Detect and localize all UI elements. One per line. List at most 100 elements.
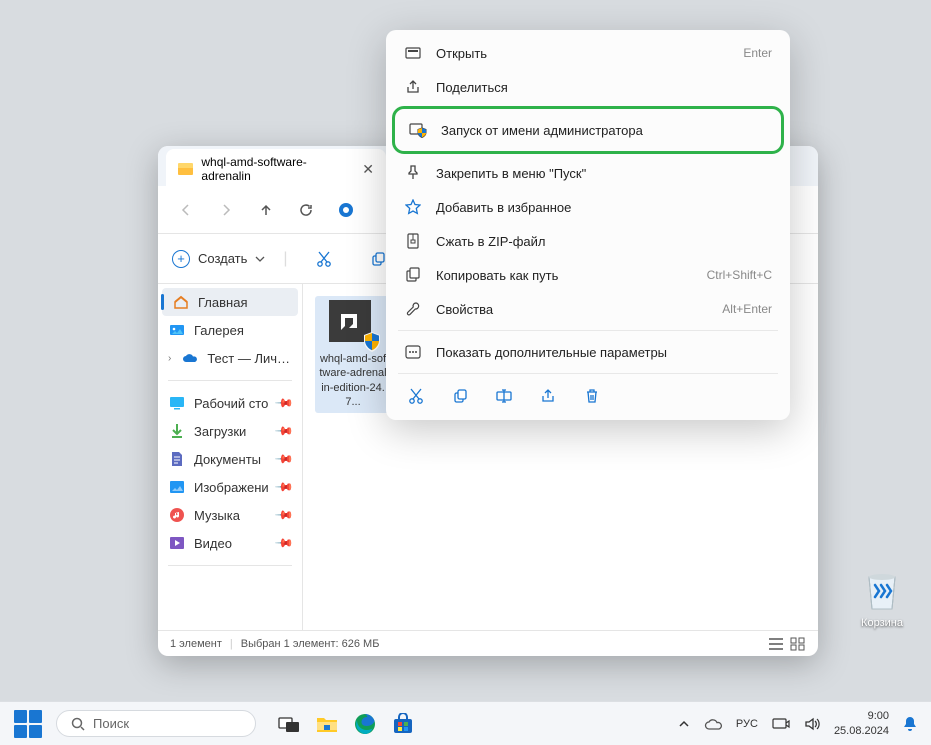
taskbar-apps <box>274 709 418 739</box>
sidebar-item-documents[interactable]: Документы 📌 <box>158 445 302 473</box>
downloads-icon <box>168 422 186 440</box>
language-indicator[interactable]: РУС <box>736 718 758 730</box>
sidebar-item-videos[interactable]: Видео 📌 <box>158 529 302 557</box>
ctx-cut[interactable] <box>406 386 426 406</box>
taskbar: Поиск РУС 9:00 25.08.2024 <box>0 701 931 745</box>
file-name: whql-amd-software-adrenalin-edition-24.7… <box>319 352 387 409</box>
ctx-compress-zip[interactable]: Сжать в ZIP-файл <box>392 224 784 258</box>
cloud-icon <box>181 349 199 367</box>
volume-tray-icon[interactable] <box>804 717 820 731</box>
view-switcher <box>768 637 806 651</box>
close-tab-icon[interactable]: ✕ <box>362 161 374 178</box>
gallery-icon <box>168 321 186 339</box>
forward-button[interactable] <box>208 192 244 228</box>
desktop-icon <box>168 394 186 412</box>
status-selection: Выбран 1 элемент: 626 МБ <box>241 638 380 650</box>
uac-shield-icon <box>363 332 381 352</box>
home-icon <box>172 293 190 311</box>
ctx-label: Открыть <box>436 46 729 61</box>
sidebar-label: Музыка <box>194 508 269 523</box>
clock[interactable]: 9:00 25.08.2024 <box>834 709 889 738</box>
search-box[interactable]: Поиск <box>56 710 256 737</box>
ctx-label: Закрепить в меню "Пуск" <box>436 166 772 181</box>
cut-button[interactable] <box>306 241 342 277</box>
copy-path-icon <box>404 266 422 284</box>
sidebar-item-desktop[interactable]: Рабочий сто 📌 <box>158 389 302 417</box>
ctx-rename[interactable] <box>494 386 514 406</box>
divider <box>168 565 292 566</box>
up-button[interactable] <box>248 192 284 228</box>
recycle-bin[interactable]: Корзина <box>861 565 903 629</box>
ctx-shortcut: Alt+Enter <box>722 302 772 316</box>
tray-chevron-icon[interactable] <box>678 720 690 728</box>
sidebar-label: Документы <box>194 452 269 467</box>
sidebar-item-downloads[interactable]: Загрузки 📌 <box>158 417 302 445</box>
star-icon <box>404 198 422 216</box>
ctx-delete[interactable] <box>582 386 602 406</box>
task-view-button[interactable] <box>274 709 304 739</box>
pin-icon: 📌 <box>274 477 294 497</box>
ctx-open[interactable]: Открыть Enter <box>392 36 784 70</box>
ctx-pin-to-start[interactable]: Закрепить в меню "Пуск" <box>392 156 784 190</box>
sidebar-item-gallery[interactable]: Галерея <box>158 316 302 344</box>
ctx-share[interactable]: Поделиться <box>392 70 784 104</box>
ctx-show-more[interactable]: Показать дополнительные параметры <box>392 335 784 369</box>
status-bar: 1 элемент | Выбран 1 элемент: 626 МБ <box>158 630 818 656</box>
chevron-down-icon <box>255 256 265 262</box>
sidebar-label: Загрузки <box>194 424 269 439</box>
store-button[interactable] <box>388 709 418 739</box>
sidebar-item-home[interactable]: Главная <box>162 288 298 316</box>
list-view-icon[interactable] <box>768 637 784 651</box>
ctx-label: Копировать как путь <box>436 268 693 283</box>
start-button[interactable] <box>14 710 42 738</box>
onedrive-tray-icon[interactable] <box>704 718 722 730</box>
pin-icon: 📌 <box>274 421 294 441</box>
ctx-copy[interactable] <box>450 386 470 406</box>
network-tray-icon[interactable] <box>772 717 790 731</box>
refresh-button[interactable] <box>288 192 324 228</box>
pin-icon <box>404 164 422 182</box>
ctx-run-as-admin[interactable]: Запуск от имени администратора <box>397 111 779 149</box>
ctx-properties[interactable]: Свойства Alt+Enter <box>392 292 784 326</box>
ctx-add-favorite[interactable]: Добавить в избранное <box>392 190 784 224</box>
system-tray: РУС 9:00 25.08.2024 <box>678 709 917 738</box>
pictures-icon <box>168 478 186 496</box>
more-icon <box>404 343 422 361</box>
sidebar-label: Галерея <box>194 323 292 338</box>
edge-button[interactable] <box>350 709 380 739</box>
file-item[interactable]: whql-amd-software-adrenalin-edition-24.7… <box>315 296 391 413</box>
home-nav-button[interactable] <box>328 192 364 228</box>
grid-view-icon[interactable] <box>790 637 806 651</box>
recycle-bin-label: Корзина <box>861 617 903 629</box>
ctx-shortcut: Enter <box>743 46 772 60</box>
new-button[interactable]: + Создать <box>172 250 265 268</box>
time: 9:00 <box>834 709 889 723</box>
music-icon <box>168 506 186 524</box>
back-button[interactable] <box>168 192 204 228</box>
plus-icon: + <box>172 250 190 268</box>
pin-icon: 📌 <box>274 505 294 525</box>
notifications-icon[interactable] <box>903 716 917 732</box>
ctx-copy-path[interactable]: Копировать как путь Ctrl+Shift+C <box>392 258 784 292</box>
sidebar: Главная Галерея › Тест — Личное Рабочий … <box>158 284 303 630</box>
folder-icon <box>178 163 193 175</box>
ctx-label: Показать дополнительные параметры <box>436 345 772 360</box>
sidebar-item-music[interactable]: Музыка 📌 <box>158 501 302 529</box>
ctx-action-row <box>392 378 784 414</box>
recycle-bin-icon <box>861 565 903 613</box>
sidebar-item-onedrive[interactable]: › Тест — Личное <box>158 344 302 372</box>
ctx-share-action[interactable] <box>538 386 558 406</box>
explorer-tab[interactable]: whql-amd-software-adrenalin ✕ <box>166 149 386 189</box>
status-count: 1 элемент <box>170 638 222 650</box>
context-menu: Открыть Enter Поделиться Запуск от имени… <box>386 30 790 420</box>
wrench-icon <box>404 300 422 318</box>
separator: | <box>230 638 233 650</box>
file-explorer-button[interactable] <box>312 709 342 739</box>
pin-icon: 📌 <box>274 449 294 469</box>
sidebar-label: Главная <box>198 295 288 310</box>
videos-icon <box>168 534 186 552</box>
sidebar-label: Тест — Личное <box>207 351 292 366</box>
sidebar-item-pictures[interactable]: Изображени 📌 <box>158 473 302 501</box>
ctx-label: Сжать в ZIP-файл <box>436 234 772 249</box>
search-icon <box>71 717 85 731</box>
